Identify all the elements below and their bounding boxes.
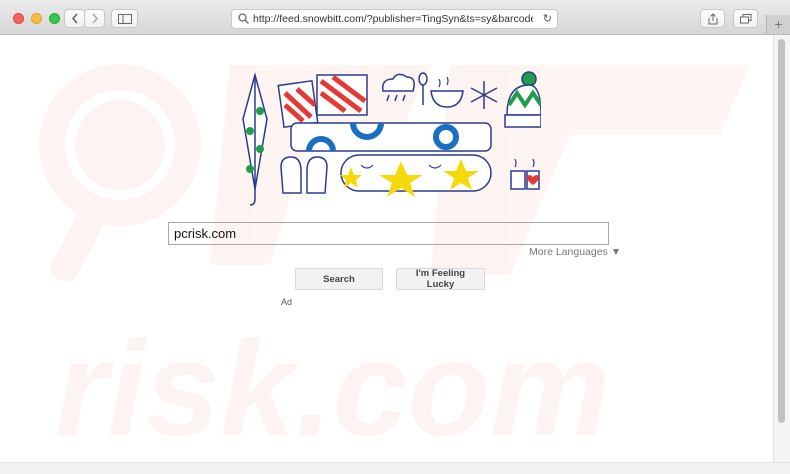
spoon-icon xyxy=(418,72,428,105)
sidebar-button[interactable] xyxy=(111,9,138,28)
soup-bowl-icon xyxy=(430,76,464,108)
back-button[interactable] xyxy=(64,9,85,28)
search-button[interactable]: Search xyxy=(295,268,383,290)
feeling-lucky-button[interactable]: I'm Feeling Lucky xyxy=(396,268,485,290)
tabs-icon xyxy=(739,13,751,23)
browser-toolbar: http://feed.snowbitt.com/?publisher=Ting… xyxy=(0,0,790,35)
snowflake-icon xyxy=(470,81,498,109)
minimize-window-button[interactable] xyxy=(31,13,42,24)
winter-hat-icon xyxy=(504,71,541,128)
ad-label: Ad xyxy=(281,297,293,307)
winter-doodle-logo[interactable] xyxy=(241,71,541,211)
umbrella-icon xyxy=(242,72,268,206)
watermark-text: risk.com xyxy=(55,313,610,462)
mittens-icon xyxy=(280,156,328,194)
snowboard-icon xyxy=(340,154,492,197)
back-icon xyxy=(71,13,78,24)
share-icon xyxy=(708,12,717,24)
search-icon xyxy=(238,13,249,24)
new-tab-button[interactable]: + xyxy=(766,15,790,34)
forward-icon xyxy=(91,13,98,24)
cloud-rain-icon xyxy=(381,73,415,102)
address-bar[interactable]: http://feed.snowbitt.com/?publisher=Ting… xyxy=(231,9,558,29)
sidebar-icon xyxy=(117,13,132,24)
share-button[interactable] xyxy=(700,9,725,28)
address-url: http://feed.snowbitt.com/?publisher=Ting… xyxy=(253,13,533,25)
vertical-scrollbar[interactable] xyxy=(773,35,790,462)
scrollbar-thumb[interactable] xyxy=(778,39,785,423)
zoom-window-button[interactable] xyxy=(49,13,60,24)
status-bar xyxy=(0,462,790,474)
show-tabs-button[interactable] xyxy=(733,9,758,28)
hot-cocoa-mugs-icon xyxy=(510,158,540,190)
search-input[interactable] xyxy=(168,222,609,245)
more-languages-link[interactable]: More Languages ▼ xyxy=(529,246,621,258)
close-window-button[interactable] xyxy=(13,13,24,24)
browser-window: http://feed.snowbitt.com/?publisher=Ting… xyxy=(0,0,790,474)
forward-button[interactable] xyxy=(84,9,105,28)
web-content: risk.com pcrisk.com More Languages ▼ Sea… xyxy=(10,35,773,462)
reload-icon[interactable]: ↻ xyxy=(543,12,552,25)
